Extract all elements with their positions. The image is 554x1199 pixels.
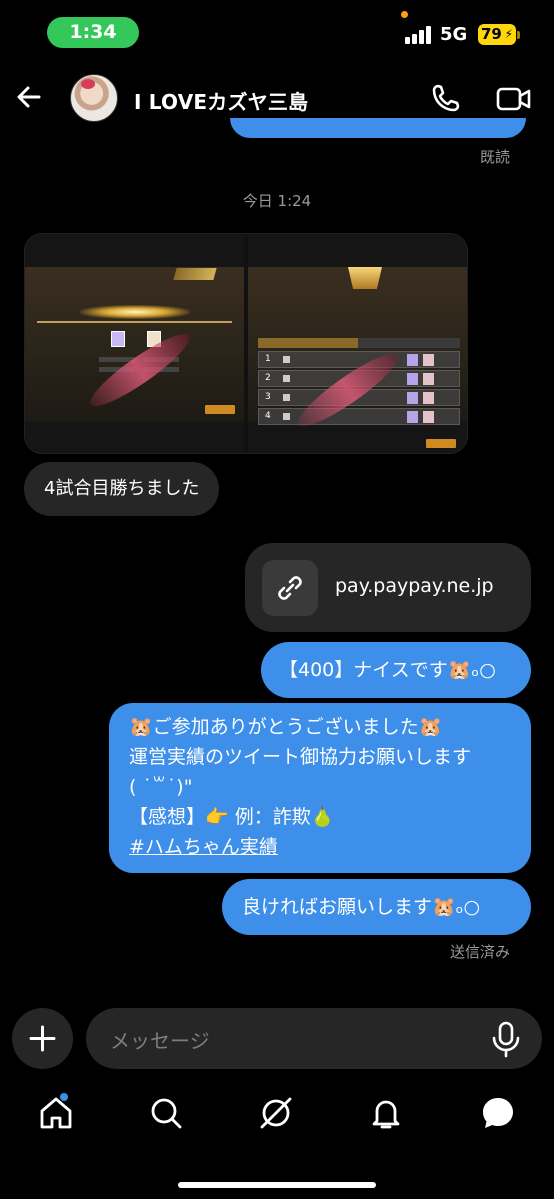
network-type: 5G — [440, 24, 468, 45]
game-scene: 1 2 3 4 — [248, 267, 467, 448]
outgoing-message-bubble[interactable]: 【400】ナイスです🐹ₒ○ — [261, 642, 531, 698]
status-bar: 1:34 5G 79 ⚡ — [0, 0, 554, 62]
chat-title[interactable]: I LOVEカズヤ三島 — [134, 86, 308, 115]
nav-home[interactable] — [36, 1093, 76, 1133]
divider — [37, 321, 232, 323]
chat-bubble-icon — [483, 1098, 513, 1128]
video-camera-icon — [496, 87, 531, 111]
back-button[interactable] — [12, 80, 46, 114]
battery-icon: 79 ⚡ — [478, 24, 516, 45]
link-url[interactable]: pay.paypay.ne.jp — [335, 575, 494, 597]
message-input[interactable]: メッセージ — [86, 1008, 542, 1069]
home-icon — [40, 1097, 72, 1129]
game-logo — [173, 268, 217, 280]
nav-search[interactable] — [146, 1093, 186, 1133]
game-result-screenshot-1[interactable] — [25, 234, 244, 453]
home-notification-dot — [60, 1093, 68, 1101]
voice-message-button[interactable] — [488, 1020, 524, 1058]
message-line: 🐹ご参加ありがとうございました🐹 — [129, 716, 443, 738]
add-attachment-button[interactable] — [12, 1008, 73, 1069]
search-icon — [151, 1098, 182, 1129]
link-icon-box — [262, 560, 318, 616]
shared-image-group[interactable]: 1 2 3 4 — [24, 233, 468, 454]
ranking-row: 1 — [258, 351, 460, 368]
home-indicator[interactable] — [178, 1182, 376, 1188]
nav-messages[interactable] — [478, 1093, 518, 1133]
avatar[interactable] — [70, 74, 118, 122]
link-preview-card[interactable]: pay.paypay.ne.jp — [245, 543, 531, 632]
hashtag-link[interactable]: #ハムちゃん実績 — [129, 832, 511, 862]
message-line: ( ˙꒳˙)" — [129, 776, 193, 798]
signal-strength-icon — [405, 26, 435, 44]
incoming-message-bubble[interactable]: 4試合目勝ちました — [24, 462, 220, 516]
game-scene — [25, 267, 244, 422]
microphone-icon — [492, 1021, 520, 1058]
phone-icon — [432, 84, 460, 112]
message-line: 運営実績のツイート御協力お願いします — [129, 746, 472, 768]
ranking-row: 4 — [258, 408, 460, 425]
game-button — [426, 439, 456, 448]
outgoing-message-bubble[interactable]: 🐹ご参加ありがとうございました🐹 運営実績のツイート御協力お願いします ( ˙꒳… — [109, 703, 531, 873]
plus-icon — [29, 1025, 56, 1052]
battery-tip — [517, 31, 520, 39]
nav-notifications[interactable] — [366, 1093, 406, 1133]
game-button — [205, 405, 235, 414]
bottom-navigation — [0, 1085, 554, 1145]
bell-icon — [372, 1100, 400, 1129]
rank-banner — [348, 267, 382, 289]
sent-receipt: 送信済み — [449, 943, 510, 961]
read-receipt: 既読 — [479, 148, 510, 166]
player-card — [111, 331, 125, 347]
charging-bolt-icon: ⚡ — [504, 27, 513, 41]
day-separator: 今日 1:24 — [242, 192, 312, 210]
compass-icon — [260, 1097, 292, 1129]
nav-explore[interactable] — [256, 1093, 296, 1133]
link-icon — [278, 576, 302, 600]
outgoing-message-bubble[interactable]: 良ければお願いします🐹ₒ○ — [222, 879, 531, 935]
message-input-placeholder: メッセージ — [110, 1029, 210, 1053]
game-result-screenshot-2[interactable]: 1 2 3 4 — [248, 234, 467, 453]
arrow-left-icon — [17, 86, 41, 108]
status-time: 1:34 — [47, 17, 139, 48]
ranking-tabs — [258, 338, 460, 348]
privacy-indicator-dot — [401, 11, 408, 18]
battery-level: 79 — [481, 25, 502, 43]
video-call-button[interactable] — [496, 84, 532, 114]
voice-call-button[interactable] — [430, 82, 462, 114]
rank-glow — [80, 305, 190, 319]
previous-outgoing-bubble[interactable] — [230, 118, 526, 138]
message-line: 【感想】👉 例：詐欺🍐 — [129, 806, 335, 828]
